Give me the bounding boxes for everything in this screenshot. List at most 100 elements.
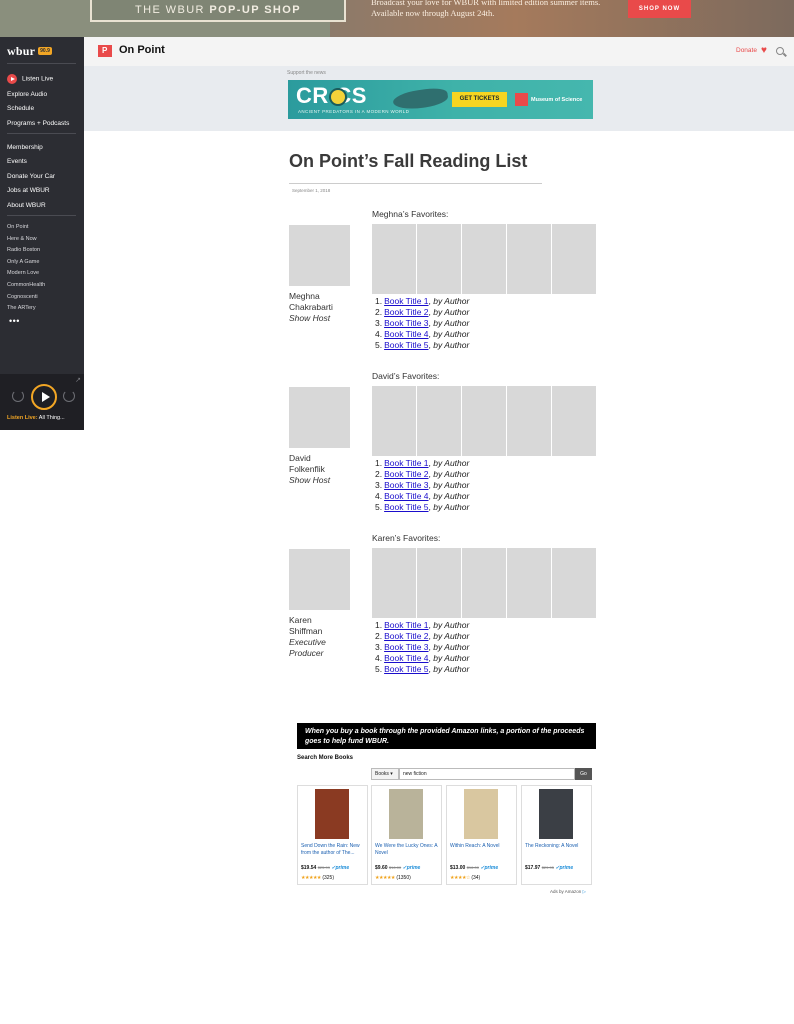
book-number: 3.: [375, 642, 383, 652]
expand-icon[interactable]: ↗: [75, 376, 81, 384]
book-title-link[interactable]: Book Title 5: [384, 502, 428, 512]
page-title: On Point’s Fall Reading List: [289, 151, 528, 171]
program-here-now[interactable]: Here & Now: [7, 236, 37, 242]
amazon-go-button[interactable]: Go: [575, 768, 592, 780]
book-cover[interactable]: [507, 548, 551, 618]
listen-live-link[interactable]: Listen Live: [7, 74, 53, 84]
ad-support-label: Support the news: [287, 70, 326, 76]
book-cover[interactable]: [417, 224, 461, 294]
book-cover[interactable]: [507, 386, 551, 456]
book-number: 4.: [375, 491, 383, 501]
amazon-product-card[interactable]: The Reckoning: A Novel $17.97 $29.95 ✓pri…: [521, 785, 592, 885]
product-rating[interactable]: ★★★★★ (1350): [375, 875, 411, 881]
book-title-link[interactable]: Book Title 3: [384, 480, 428, 490]
crocs-ad[interactable]: CR CS ANCIENT PREDATORS IN A MODERN WORL…: [288, 80, 593, 119]
program-modern-love[interactable]: Modern Love: [7, 270, 39, 276]
nav-jobs[interactable]: Jobs at WBUR: [7, 187, 50, 194]
amazon-category-select[interactable]: Books ▾: [371, 768, 399, 780]
program-cognoscenti[interactable]: Cognoscenti: [7, 294, 38, 300]
book-cover[interactable]: [462, 548, 506, 618]
ad-sponsor: Museum of Science: [531, 97, 583, 103]
book-title-link[interactable]: Book Title 2: [384, 307, 428, 317]
book-cover[interactable]: [372, 224, 416, 294]
promo-copy: Broadcast your love for WBUR with limite…: [371, 0, 601, 18]
rewind-icon[interactable]: [12, 390, 24, 402]
forward-icon[interactable]: [63, 390, 75, 402]
promo-shop-button[interactable]: SHOP NOW: [628, 0, 691, 18]
program-only-a-game[interactable]: Only A Game: [7, 259, 39, 265]
book-number: 1.: [375, 296, 383, 306]
book-title-link[interactable]: Book Title 1: [384, 620, 428, 630]
book-title-link[interactable]: Book Title 3: [384, 642, 428, 652]
amazon-search-input[interactable]: new fiction: [399, 768, 575, 780]
on-point-logo-icon[interactable]: [98, 45, 112, 57]
book-author: by Author: [433, 318, 470, 328]
article-date: September 1, 2018: [292, 188, 331, 193]
product-rating[interactable]: ★★★★☆ (34): [450, 875, 480, 881]
book-title-link[interactable]: Book Title 5: [384, 340, 428, 350]
book-number: 1.: [375, 620, 383, 630]
nav-schedule[interactable]: Schedule: [7, 105, 34, 112]
product-name-link[interactable]: Within Reach: A Novel: [450, 843, 516, 850]
program-title[interactable]: On Point: [119, 44, 165, 56]
nav-about[interactable]: About WBUR: [7, 202, 46, 209]
favorites-heading: Karen’s Favorites:: [372, 533, 441, 543]
wbur-logo[interactable]: wbur 90.9: [7, 44, 52, 58]
amazon-product-card[interactable]: We Were the Lucky Ones: A Novel $9.60 $16…: [371, 785, 442, 885]
listen-live-label: Listen Live: [22, 75, 54, 83]
amazon-notice: When you buy a book through the provided…: [297, 723, 596, 749]
amazon-product-card[interactable]: Send Down the Rain: New from the author …: [297, 785, 368, 885]
book-author: by Author: [433, 480, 470, 490]
search-icon[interactable]: [776, 47, 784, 55]
product-cover-image[interactable]: [539, 789, 573, 839]
play-icon: [42, 392, 50, 402]
more-programs-button[interactable]: •••: [9, 316, 20, 326]
divider: [7, 63, 76, 64]
get-tickets-button[interactable]: GET TICKETS: [452, 92, 507, 107]
book-title-link[interactable]: Book Title 3: [384, 318, 428, 328]
book-cover[interactable]: [552, 386, 596, 456]
nav-explore-audio[interactable]: Explore Audio: [7, 91, 47, 98]
book-cover[interactable]: [417, 548, 461, 618]
book-title-link[interactable]: Book Title 1: [384, 296, 428, 306]
product-name-link[interactable]: Send Down the Rain: New from the author …: [301, 843, 367, 857]
book-cover[interactable]: [462, 224, 506, 294]
book-cover[interactable]: [372, 548, 416, 618]
play-button[interactable]: [31, 384, 57, 410]
host-info: David Folkenflik Show Host: [289, 453, 330, 486]
product-cover-image[interactable]: [464, 789, 498, 839]
nav-donate-car[interactable]: Donate Your Car: [7, 173, 55, 180]
donate-link[interactable]: Donate: [736, 47, 757, 54]
book-title-link[interactable]: Book Title 4: [384, 329, 428, 339]
book-title-link[interactable]: Book Title 1: [384, 458, 428, 468]
program-artery[interactable]: The ARTery: [7, 305, 36, 311]
product-cover-image[interactable]: [315, 789, 349, 839]
product-cover-image[interactable]: [389, 789, 423, 839]
book-cover[interactable]: [507, 224, 551, 294]
book-cover[interactable]: [552, 548, 596, 618]
amazon-product-card[interactable]: Within Reach: A Novel $13.00 $16.00 ✓prim…: [446, 785, 517, 885]
nav-events[interactable]: Events: [7, 158, 27, 165]
book-title-link[interactable]: Book Title 5: [384, 664, 428, 674]
book-title-link[interactable]: Book Title 4: [384, 653, 428, 663]
book-number: 5.: [375, 502, 383, 512]
product-name-link[interactable]: The Reckoning: A Novel: [525, 843, 591, 850]
program-radio-boston[interactable]: Radio Boston: [7, 247, 40, 253]
promo-banner[interactable]: THE WBUR POP-UP SHOP Broadcast your love…: [0, 0, 794, 37]
product-name-link[interactable]: We Were the Lucky Ones: A Novel: [375, 843, 441, 857]
book-title-link[interactable]: Book Title 4: [384, 491, 428, 501]
book-title-link[interactable]: Book Title 2: [384, 631, 428, 641]
program-on-point[interactable]: On Point: [7, 224, 28, 230]
product-rating[interactable]: ★★★★★ (325): [301, 875, 334, 881]
book-title-link[interactable]: Book Title 2: [384, 469, 428, 479]
book-cover[interactable]: [462, 386, 506, 456]
promo-shop-title: THE WBUR POP-UP SHOP: [135, 4, 301, 16]
book-cover[interactable]: [552, 224, 596, 294]
nav-membership[interactable]: Membership: [7, 144, 43, 151]
book-cover[interactable]: [417, 386, 461, 456]
program-commonhealth[interactable]: CommonHealth: [7, 282, 45, 288]
nav-programs-podcasts[interactable]: Programs + Podcasts: [7, 120, 69, 127]
ads-by-amazon[interactable]: Ads by Amazon ▷: [550, 889, 586, 895]
heart-icon[interactable]: ♥: [761, 46, 767, 56]
book-cover[interactable]: [372, 386, 416, 456]
